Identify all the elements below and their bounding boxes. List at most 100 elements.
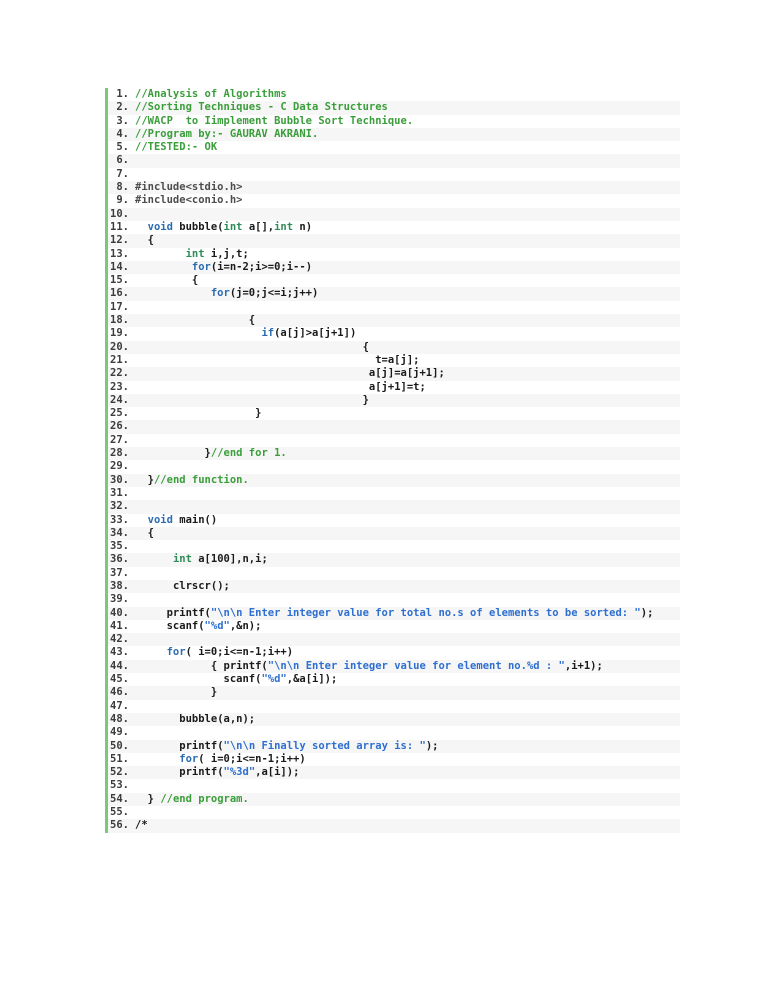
code-line: 26.: [108, 420, 680, 434]
token-keyword: for: [210, 287, 230, 300]
token-plain: clrscr();: [172, 579, 230, 592]
token-plain: a[j+1]=t;: [368, 380, 426, 393]
token-plain: scanf(: [223, 673, 262, 686]
line-number: 46.: [110, 686, 129, 699]
code-line: 41. scanf("%d",&n);: [108, 620, 680, 633]
line-number: 52.: [110, 766, 129, 779]
code-line: 40. printf("\n\n Enter integer value for…: [108, 606, 680, 620]
code-line: 3. //WACP to Iimplement Bubble Sort Techn…: [108, 115, 680, 128]
token-plain: );: [425, 739, 439, 752]
line-number: 21.: [110, 353, 129, 366]
token-plain: a[],: [242, 220, 275, 233]
code-line: 53.: [108, 779, 680, 792]
code-line: 6.: [108, 154, 680, 168]
code-line: 5. //TESTED:- OK: [108, 141, 680, 154]
line-number: 40.: [110, 606, 129, 619]
token-keyword: for: [179, 752, 199, 765]
code-text: //Analysis of Algorithms: [129, 88, 287, 101]
code-line: 39.: [108, 593, 680, 606]
line-number: 42.: [110, 633, 129, 646]
code-line: 7.: [108, 168, 680, 181]
code-text: {: [129, 234, 154, 247]
code-line: 17.: [108, 301, 680, 314]
code-text: for( i=0;i<=n-1;i++): [129, 752, 306, 766]
code-text: a[j]=a[j+1];: [129, 367, 445, 380]
line-number: 35.: [110, 540, 129, 553]
code-text: void main(): [129, 513, 218, 527]
token-type: int: [185, 247, 205, 260]
token-comment: //end program.: [160, 792, 249, 805]
code-text: { printf("\n\n Enter integer value for e…: [129, 660, 603, 673]
code-text: //Program by:- GAURAV AKRANI.: [129, 128, 318, 141]
code-text: scanf("%d",&n);: [129, 620, 262, 633]
token-plain: n): [293, 220, 313, 233]
token-plain: main(): [172, 513, 218, 526]
token-plain: (i=n-2;i>=0;i--): [210, 260, 313, 273]
code-line: 22. a[j]=a[j+1];: [108, 367, 680, 381]
code-line: 52. printf("%3d",a[i]);: [108, 766, 680, 780]
line-number: 7.: [116, 167, 129, 180]
token-plain: {: [147, 526, 154, 539]
line-number: 38.: [110, 579, 129, 592]
token-plain: (j=0;j<=i;j++): [229, 287, 319, 300]
line-number: 53.: [110, 779, 129, 792]
line-number: 25.: [110, 407, 129, 420]
code-line: 34. {: [108, 526, 680, 541]
code-text: clrscr();: [129, 580, 230, 593]
token-keyword: for: [166, 646, 186, 659]
code-text: {: [129, 527, 154, 540]
token-plain: }: [255, 407, 262, 420]
code-line: 9. #include<conio.h>: [108, 194, 680, 207]
line-number: 54.: [110, 792, 129, 805]
token-plain: }: [210, 686, 218, 699]
token-comment: //Analysis of Algorithms: [135, 88, 287, 100]
line-number: 29.: [110, 460, 129, 473]
code-text: }: [129, 686, 217, 699]
code-line: 30. }//end function.: [108, 473, 680, 487]
line-number: 50.: [110, 739, 129, 752]
line-number: 23.: [110, 380, 129, 393]
token-plain: bubble(a,n);: [179, 712, 256, 725]
token-plain: {: [191, 274, 199, 287]
line-number: 39.: [110, 593, 129, 606]
code-line: 18. {: [108, 314, 680, 328]
code-line: 32.: [108, 500, 680, 514]
token-plain: }: [147, 792, 161, 805]
line-number: 5.: [116, 141, 129, 154]
token-string: "%d": [261, 673, 287, 686]
token-plain: t=a[j];: [375, 353, 420, 366]
code-line: 49.: [108, 726, 680, 739]
code-line: 27.: [108, 434, 680, 447]
token-plain: ( i=0;i<=n-1;i++): [198, 752, 306, 765]
code-listing: 1. //Analysis of Algorithms 2. //Sorting Te…: [105, 88, 680, 833]
line-number: 33.: [110, 513, 129, 526]
line-number: 16.: [110, 287, 129, 300]
code-text: }//end function.: [129, 474, 249, 487]
code-line: 35.: [108, 540, 680, 553]
token-plain: {: [248, 314, 256, 327]
line-number: 17.: [110, 300, 129, 313]
code-text: }: [129, 407, 261, 420]
code-text: //Sorting Techniques - C Data Structures: [129, 101, 388, 114]
code-text: {: [129, 341, 369, 354]
token-plain: ,a[i]);: [255, 766, 300, 779]
code-text: printf("\n\n Enter integer value for tot…: [129, 607, 654, 620]
token-keyword: for: [191, 260, 211, 273]
token-string: "\n\n Enter integer value for element no…: [267, 659, 565, 672]
token-plain: printf(: [179, 739, 224, 752]
code-line: 10.: [108, 207, 680, 221]
code-line: 19. if(a[j]>a[j+1]): [108, 327, 680, 340]
code-line: 31.: [108, 487, 680, 500]
code-line: 44. { printf("\n\n Enter integer value f…: [108, 659, 680, 674]
code-text: /*: [129, 819, 148, 832]
line-number: 27.: [110, 433, 129, 446]
code-text: {: [129, 314, 255, 327]
token-plain: (a[j]>a[j+1]): [274, 327, 357, 340]
code-text: } //end program.: [129, 793, 249, 806]
